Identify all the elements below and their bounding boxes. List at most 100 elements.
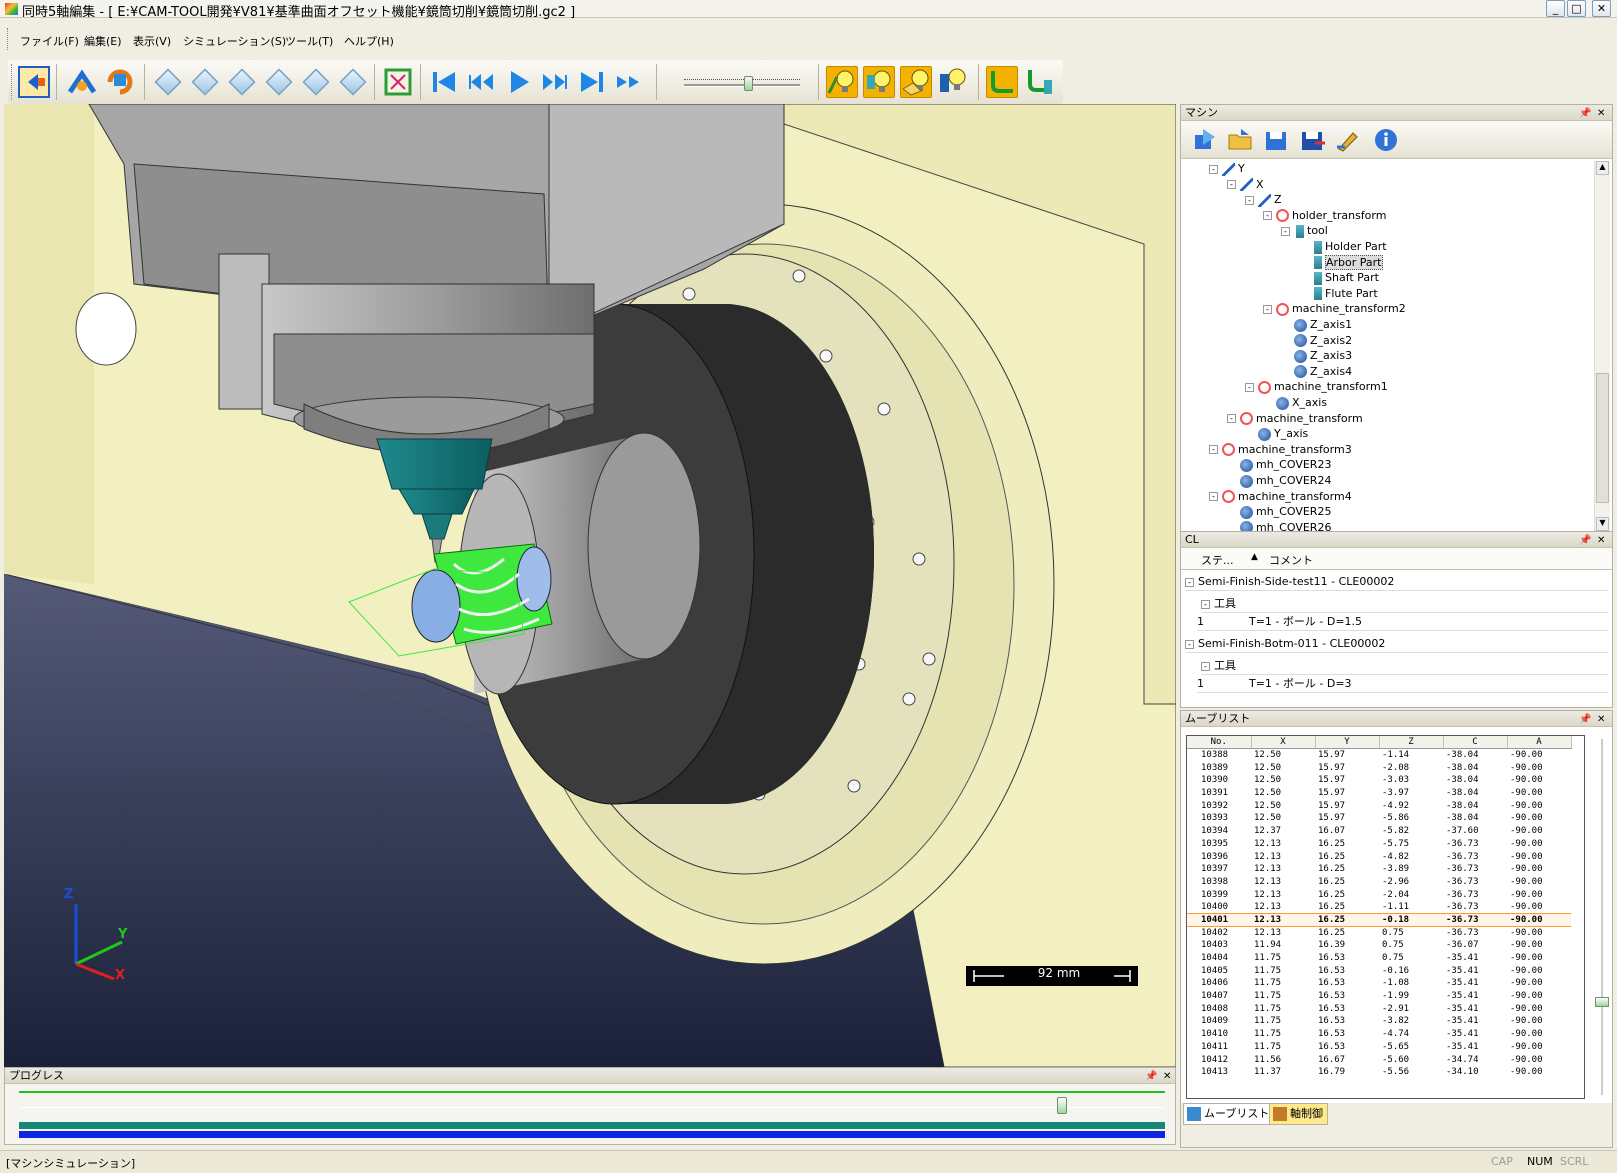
light-2-icon[interactable] — [863, 66, 895, 98]
move-list-grid[interactable]: No. X Y Z C A 10388 12.50 15.97 -1.14 -38.04 -90.0… — [1186, 735, 1585, 1099]
column-header[interactable]: Y — [1315, 736, 1380, 750]
table-row[interactable]: 10413 11.37 16.79 -5.56 -34.10 -90.00 — [1187, 1066, 1571, 1079]
save-icon[interactable] — [1263, 127, 1291, 153]
collapse-icon[interactable]: - — [1227, 180, 1236, 190]
light-4-icon[interactable] — [937, 66, 969, 98]
table-row[interactable]: 10398 12.13 16.25 -2.96 -36.73 -90.00 — [1187, 876, 1571, 889]
table-row[interactable]: 10389 12.50 15.97 -2.08 -38.04 -90.00 — [1187, 761, 1571, 774]
table-row[interactable]: 10402 12.13 16.25 0.75 -36.73 -90.00 — [1187, 926, 1571, 939]
tree-node[interactable]: - machine_transform2 — [1263, 301, 1406, 317]
column-header[interactable]: C — [1443, 736, 1508, 750]
tree-node[interactable]: Y_axis — [1245, 426, 1308, 442]
close-button[interactable]: ✕ — [1592, 0, 1611, 17]
table-row[interactable]: 10410 11.75 16.53 -4.74 -35.41 -90.00 — [1187, 1028, 1571, 1041]
tree-node[interactable]: Z_axis1 — [1281, 317, 1352, 333]
tree-node[interactable]: -Y — [1209, 161, 1245, 177]
move-list-scrollbar[interactable] — [1594, 735, 1610, 1099]
tree-node[interactable]: - holder_transform — [1263, 208, 1386, 224]
table-row[interactable]: 10399 12.13 16.25 -2.04 -36.73 -90.00 — [1187, 888, 1571, 901]
open-folder-icon[interactable] — [1227, 127, 1255, 153]
play-icon[interactable] — [502, 66, 534, 98]
cl-col-comment[interactable]: コメント — [1269, 552, 1313, 568]
collapse-icon[interactable]: - — [1281, 226, 1290, 236]
table-row[interactable]: 10394 12.37 16.07 -5.82 -37.60 -90.00 — [1187, 825, 1571, 838]
tree-node[interactable]: X_axis — [1263, 395, 1327, 411]
tree-node[interactable]: Shaft Part — [1299, 270, 1379, 286]
go-end-icon[interactable] — [576, 66, 608, 98]
menu-simulation[interactable]: シミュレーション(S) — [183, 33, 286, 49]
menu-tools[interactable]: ツール(T) — [285, 33, 333, 49]
light-3-icon[interactable] — [900, 66, 932, 98]
fit-view-icon[interactable] — [382, 66, 414, 98]
tree-node[interactable]: Z_axis4 — [1281, 364, 1352, 380]
tree-node[interactable]: Holder Part — [1299, 239, 1387, 255]
column-header[interactable]: A — [1507, 736, 1572, 750]
tree-node[interactable]: - machine_transform3 — [1209, 442, 1352, 458]
table-row[interactable]: 10409 11.75 16.53 -3.82 -35.41 -90.00 — [1187, 1015, 1571, 1028]
table-row[interactable]: 10407 11.75 16.53 -1.99 -35.41 -90.00 — [1187, 990, 1571, 1003]
collapse-icon[interactable]: - — [1263, 211, 1272, 221]
pin-icon[interactable]: 📌 — [1579, 106, 1591, 121]
table-row[interactable]: 10404 11.75 16.53 0.75 -35.41 -90.00 — [1187, 952, 1571, 965]
pin-icon[interactable]: 📌 — [1579, 712, 1591, 727]
tree-node[interactable]: -X — [1227, 177, 1264, 193]
scroll-up-icon[interactable]: ▲ — [1596, 161, 1609, 175]
column-header[interactable]: Z — [1379, 736, 1444, 750]
tree-node[interactable]: mh_COVER23 — [1227, 457, 1331, 473]
tree-node[interactable]: - machine_transform — [1227, 411, 1363, 427]
collapse-icon[interactable]: - — [1245, 195, 1254, 205]
table-row[interactable]: 10396 12.13 16.25 -4.82 -36.73 -90.00 — [1187, 850, 1571, 863]
close-icon[interactable]: ✕ — [1597, 533, 1605, 548]
table-row[interactable]: 10406 11.75 16.53 -1.08 -35.41 -90.00 — [1187, 977, 1571, 990]
light-1-icon[interactable] — [826, 66, 858, 98]
info-icon[interactable] — [1373, 127, 1401, 153]
fast-forward-icon[interactable] — [613, 66, 645, 98]
table-row[interactable]: 10408 11.75 16.53 -2.91 -35.41 -90.00 — [1187, 1002, 1571, 1015]
edit-icon[interactable] — [1335, 127, 1363, 153]
pin-icon[interactable]: 📌 — [1145, 1069, 1157, 1084]
cl-sub-row[interactable]: - 工具 — [1201, 595, 1608, 613]
cl-sub-row[interactable]: - 工具 — [1201, 657, 1608, 675]
table-row[interactable]: 10388 12.50 15.97 -1.14 -38.04 -90.00 — [1187, 749, 1571, 762]
tree-node[interactable]: -Z — [1245, 192, 1282, 208]
tree-node[interactable]: Arbor Part — [1299, 254, 1383, 271]
iso-view-6-icon[interactable] — [337, 66, 369, 98]
import-icon[interactable] — [1191, 127, 1219, 153]
tree-node[interactable]: - tool — [1281, 223, 1328, 239]
tree-node[interactable]: Z_axis2 — [1281, 333, 1352, 349]
menu-view[interactable]: 表示(V) — [133, 33, 171, 49]
collapse-icon[interactable]: - — [1209, 445, 1218, 455]
menu-help[interactable]: ヘルプ(H) — [344, 33, 394, 49]
table-row[interactable]: 10397 12.13 16.25 -3.89 -36.73 -90.00 — [1187, 863, 1571, 876]
tree-node[interactable]: - machine_transform4 — [1209, 489, 1352, 505]
collapse-icon[interactable]: - — [1263, 304, 1272, 314]
tree-node[interactable]: - machine_transform1 — [1245, 379, 1388, 395]
path-1-icon[interactable] — [986, 66, 1018, 98]
column-header[interactable]: X — [1251, 736, 1316, 750]
move-scroll-thumb[interactable] — [1595, 997, 1609, 1007]
tab-move-list[interactable]: ムーブリスト — [1183, 1103, 1275, 1125]
cl-group-row[interactable]: - Semi-Finish-Side-test11 - CLE00002 — [1185, 573, 1608, 591]
table-row[interactable]: 10392 12.50 15.97 -4.92 -38.04 -90.00 — [1187, 799, 1571, 812]
table-row[interactable]: 10401 12.13 16.25 -0.18 -36.73 -90.00 — [1187, 913, 1571, 927]
iso-view-1-icon[interactable] — [152, 66, 184, 98]
collapse-icon[interactable]: - — [1209, 492, 1218, 502]
step-back-icon[interactable] — [465, 66, 497, 98]
table-row[interactable]: 10393 12.50 15.97 -5.86 -38.04 -90.00 — [1187, 812, 1571, 825]
cl-group-row[interactable]: - Semi-Finish-Botm-011 - CLE00002 — [1185, 635, 1608, 653]
tree-scrollbar[interactable]: ▲ ▼ — [1594, 161, 1610, 533]
table-row[interactable]: 10400 12.13 16.25 -1.11 -36.73 -90.00 — [1187, 901, 1571, 914]
step-forward-icon[interactable] — [539, 66, 571, 98]
iso-view-4-icon[interactable] — [263, 66, 295, 98]
scroll-thumb[interactable] — [1596, 373, 1609, 503]
table-row[interactable]: 10412 11.56 16.67 -5.60 -34.74 -90.00 — [1187, 1053, 1571, 1066]
menu-edit[interactable]: 編集(E) — [84, 33, 122, 49]
cl-tool-row[interactable]: 1 T=1 - ボール - D=1.5 — [1197, 613, 1608, 631]
simulation-viewport[interactable]: 92 mm Z Y X — [4, 104, 1176, 1067]
table-row[interactable]: 10403 11.94 16.39 0.75 -36.07 -90.00 — [1187, 939, 1571, 952]
menu-file[interactable]: ファイル(F) — [20, 33, 79, 49]
iso-view-5-icon[interactable] — [300, 66, 332, 98]
table-row[interactable]: 10391 12.50 15.97 -3.97 -38.04 -90.00 — [1187, 787, 1571, 800]
column-header[interactable]: No. — [1187, 736, 1252, 750]
scroll-down-icon[interactable]: ▼ — [1596, 517, 1609, 531]
